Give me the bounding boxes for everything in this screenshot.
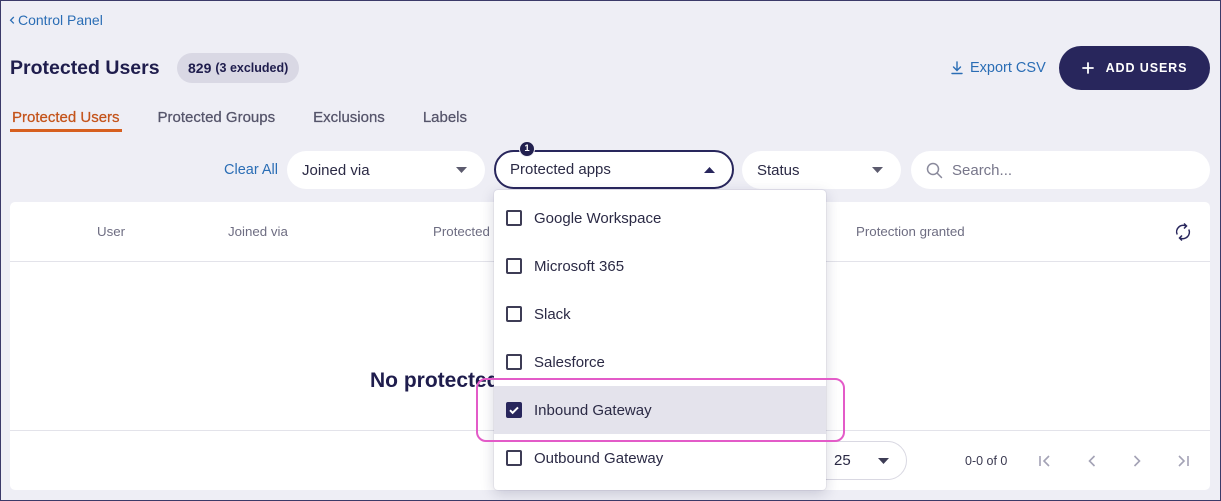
add-users-button[interactable]: ADD USERS: [1059, 46, 1210, 90]
excluded-count: (3 excluded): [215, 61, 289, 75]
tab-protected-users[interactable]: Protected Users: [10, 107, 122, 132]
empty-state-message: No protected: [370, 369, 500, 392]
checkbox[interactable]: [506, 306, 522, 322]
first-page-button[interactable]: [1037, 453, 1053, 469]
pagination-range: 0-0 of 0: [965, 454, 1008, 468]
add-users-label: ADD USERS: [1105, 61, 1188, 75]
status-select[interactable]: Status: [742, 151, 901, 189]
caret-up-icon: [704, 166, 715, 173]
back-link-label: Control Panel: [18, 12, 103, 28]
option-slack[interactable]: Slack: [494, 290, 826, 338]
user-count-badge: 829 (3 excluded): [177, 53, 300, 83]
back-link-control-panel[interactable]: Control Panel: [9, 10, 103, 30]
clear-all-link[interactable]: Clear All: [224, 160, 278, 180]
checkbox[interactable]: [506, 210, 522, 226]
column-header-joined-via: Joined via: [228, 224, 288, 239]
next-page-icon: [1133, 455, 1141, 467]
download-icon: [951, 61, 963, 75]
tab-exclusions[interactable]: Exclusions: [311, 107, 387, 132]
next-page-button[interactable]: [1129, 453, 1145, 469]
chevron-left-icon: [9, 16, 15, 24]
search-input[interactable]: [952, 161, 1192, 179]
first-page-icon: [1039, 455, 1050, 467]
last-page-button[interactable]: [1175, 453, 1191, 469]
protected-users-page: Control Panel Protected Users 829 (3 exc…: [0, 0, 1221, 501]
status-select-label: Status: [757, 161, 800, 179]
tab-bar: Protected Users Protected Groups Exclusi…: [10, 107, 469, 132]
prev-page-button[interactable]: [1084, 453, 1100, 469]
protected-apps-menu: Google Workspace Microsoft 365 Slack Sal…: [494, 190, 826, 490]
column-header-user: User: [97, 224, 126, 239]
protected-apps-select-label: Protected apps: [510, 161, 611, 178]
option-label: Google Workspace: [534, 209, 662, 227]
refresh-icon[interactable]: [1174, 222, 1192, 242]
joined-via-select-label: Joined via: [302, 161, 370, 179]
column-header-protection-granted: Protection granted: [856, 224, 965, 239]
option-outbound-gateway[interactable]: Outbound Gateway: [494, 434, 826, 482]
option-salesforce[interactable]: Salesforce: [494, 338, 826, 386]
column-header-protected: Protected: [433, 224, 490, 239]
tab-labels[interactable]: Labels: [421, 107, 469, 132]
option-label: Inbound Gateway: [534, 401, 652, 419]
prev-page-icon: [1088, 455, 1096, 467]
search-icon: [926, 162, 943, 178]
checkbox[interactable]: [506, 258, 522, 274]
option-google-workspace[interactable]: Google Workspace: [494, 194, 826, 242]
caret-down-icon: [456, 167, 467, 173]
option-label: Slack: [534, 305, 571, 323]
joined-via-select[interactable]: Joined via: [287, 151, 485, 189]
page-title: Protected Users: [10, 57, 160, 79]
search-box: [911, 151, 1210, 189]
export-csv-link[interactable]: Export CSV: [951, 58, 1046, 78]
checkbox[interactable]: [506, 450, 522, 466]
option-inbound-gateway[interactable]: Inbound Gateway: [494, 386, 826, 434]
option-label: Outbound Gateway: [534, 449, 664, 467]
caret-down-icon: [878, 457, 889, 464]
checkbox[interactable]: [506, 354, 522, 370]
check-icon: [509, 406, 519, 415]
rows-per-page-value: 25: [834, 452, 851, 469]
option-microsoft-365[interactable]: Microsoft 365: [494, 242, 826, 290]
tab-protected-groups[interactable]: Protected Groups: [156, 107, 278, 132]
user-count: 829: [188, 60, 212, 76]
checkbox[interactable]: [506, 402, 522, 418]
last-page-icon: [1178, 455, 1189, 467]
protected-apps-count-badge: 1: [519, 141, 535, 157]
export-csv-label: Export CSV: [970, 60, 1046, 76]
caret-down-icon: [872, 167, 883, 173]
plus-icon: [1081, 62, 1094, 74]
option-label: Salesforce: [534, 353, 605, 371]
option-label: Microsoft 365: [534, 257, 625, 275]
